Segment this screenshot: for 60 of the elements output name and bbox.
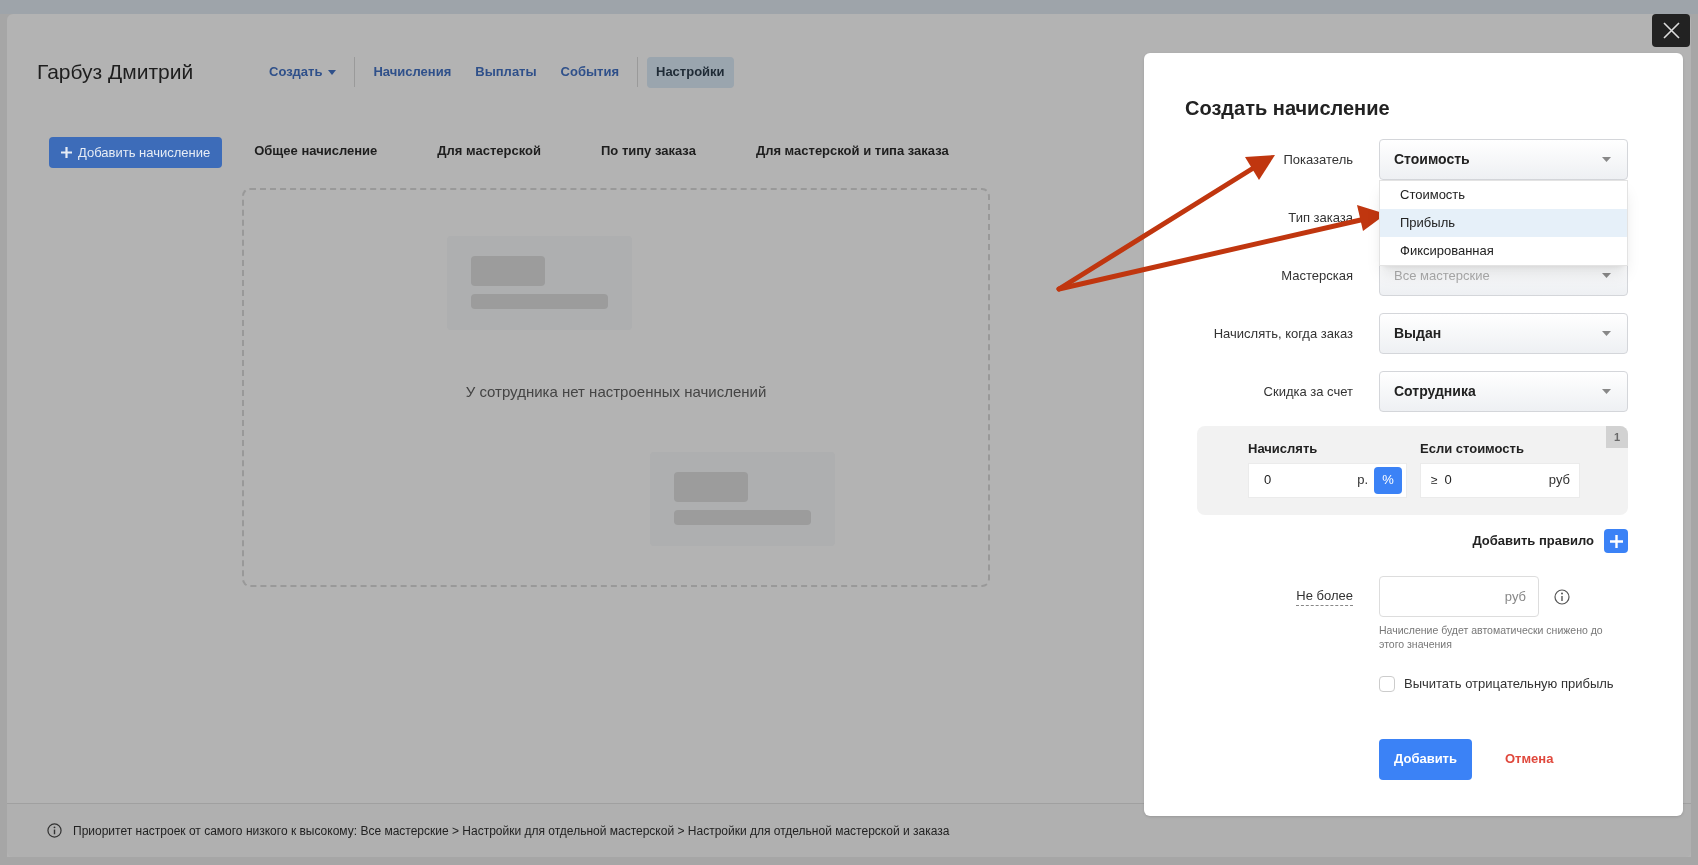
caret-icon	[1602, 273, 1611, 278]
unit-toggle[interactable]: р.	[1351, 466, 1374, 494]
nav-tab[interactable]: Настройки	[647, 56, 734, 88]
accrual-type-tab[interactable]: Для мастерской	[437, 140, 541, 165]
limit-label[interactable]: Не более	[1296, 587, 1353, 606]
checkbox-label: Вычитать отрицательную прибыль	[1404, 675, 1614, 693]
input-value: 0	[1444, 471, 1453, 490]
rule-number-badge: 1	[1606, 426, 1628, 448]
create-menu[interactable]: Создать	[260, 56, 346, 88]
select-placeholder: Все мастерские	[1394, 266, 1490, 285]
dropdown-option[interactable]: Фиксированная	[1380, 237, 1627, 265]
nav-tab[interactable]: Выплаты	[466, 56, 546, 88]
priority-note: Приоритет настроек от самого низкого к высокому: Все мастерские > Настройки для отдельной мастерской > Настройки для отдельной мастерской и заказа	[73, 822, 950, 840]
field-label: Начислять, когда заказ	[1213, 324, 1353, 343]
select-value: Стоимость	[1394, 150, 1470, 169]
unit-toggle[interactable]: %	[1374, 466, 1402, 494]
nav-tab[interactable]: События	[551, 56, 628, 88]
caret-icon	[1602, 331, 1611, 336]
checkbox[interactable]	[1379, 675, 1395, 692]
limit-input[interactable]: руб	[1379, 576, 1539, 617]
dropdown-option[interactable]: Стоимость	[1380, 181, 1627, 209]
select-value: Выдан	[1394, 324, 1442, 343]
dialog-title: Создать начисление	[1185, 97, 1390, 119]
input-value: 0	[1264, 471, 1273, 490]
caret-icon	[1602, 157, 1611, 162]
currency-unit: руб	[1548, 471, 1570, 490]
comparison-sign: ≥	[1431, 472, 1438, 489]
add-rule-label: Добавить правило	[1472, 532, 1594, 551]
info-icon	[47, 823, 62, 838]
dropdown-option[interactable]: Прибыль	[1380, 209, 1627, 237]
currency-unit: руб	[1504, 587, 1526, 606]
employee-name: Гарбуз Дмитрий	[37, 60, 194, 84]
accrual-amount-input[interactable]: 0 р. %	[1248, 462, 1407, 498]
select-value: Сотрудника	[1394, 382, 1476, 401]
add-accrual-button[interactable]: Добавить начисление	[49, 137, 223, 168]
close-button[interactable]	[1652, 14, 1690, 47]
caret-icon	[1602, 389, 1611, 394]
field-label: Скидка за счет	[1263, 382, 1353, 401]
nav-tab[interactable]: Начисления	[364, 56, 461, 88]
close-icon	[1662, 22, 1680, 39]
field-label: Если стоимость	[1420, 440, 1525, 458]
limit-hint: Начисление будет автоматически снижено до этого значения	[1379, 623, 1604, 651]
accrual-type-tab[interactable]: Для мастерской и типа заказа	[755, 140, 949, 165]
select-field[interactable]: Сотрудника	[1379, 371, 1628, 412]
field-label: Мастерская	[1281, 266, 1353, 285]
field-label: Начислять	[1248, 440, 1319, 458]
add-rule-button[interactable]	[1604, 529, 1628, 553]
condition-input[interactable]: ≥ 0 руб	[1420, 462, 1580, 498]
empty-state-message: У сотрудника нет настроенных начислений	[465, 382, 767, 402]
cancel-button[interactable]: Отмена	[1505, 749, 1554, 769]
select-field[interactable]: Стоимость	[1379, 139, 1628, 180]
select-field[interactable]: Выдан	[1379, 313, 1628, 354]
add-button[interactable]: Добавить	[1379, 738, 1472, 780]
info-icon[interactable]	[1554, 588, 1570, 605]
caret-icon	[328, 69, 337, 75]
field-label: Показатель	[1283, 150, 1353, 169]
accrual-type-tab[interactable]: Общее начисление	[254, 140, 378, 165]
accrual-type-tab[interactable]: По типу заказа	[601, 140, 696, 165]
plus-icon	[61, 147, 72, 158]
plus-icon	[1609, 534, 1623, 548]
